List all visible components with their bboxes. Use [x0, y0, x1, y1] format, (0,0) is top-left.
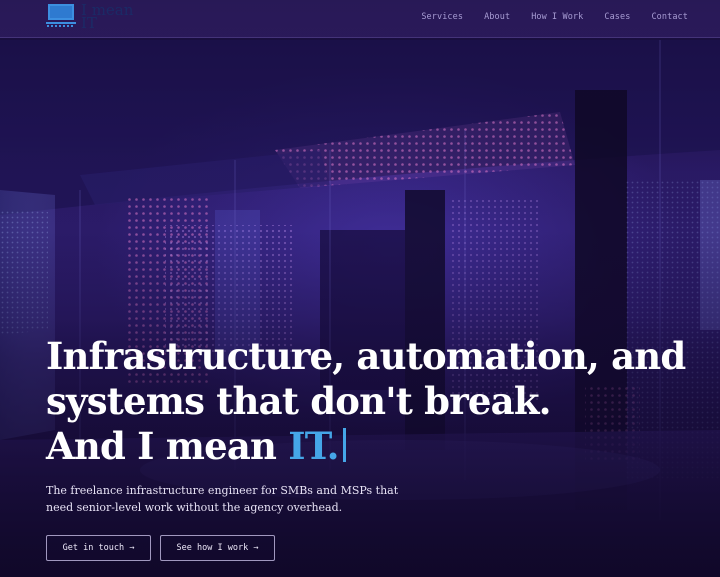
brand-logo[interactable]: I mean IT [46, 3, 166, 33]
nav-links: Services About How I Work Cases Contact [400, 12, 688, 22]
nav-link-about[interactable]: About [484, 12, 510, 22]
headline-accent: IT. [288, 424, 339, 468]
nav-link-how-i-work[interactable]: How I Work [531, 12, 583, 22]
hero-headline: Infrastructure, automation, and systems … [46, 334, 706, 469]
nav-link-services[interactable]: Services [421, 12, 463, 22]
see-how-i-work-button[interactable]: See how I work → [160, 535, 275, 561]
get-in-touch-button[interactable]: Get in touch → [46, 535, 151, 561]
laptop-icon [46, 3, 76, 29]
nav-link-contact[interactable]: Contact [651, 12, 688, 22]
headline-line-1: Infrastructure, automation, and [46, 334, 686, 378]
typing-caret [342, 428, 346, 462]
navbar: I mean IT Services About How I Work Case… [0, 0, 720, 38]
headline-line-3: And I mean [46, 424, 289, 468]
brand-name: I mean IT [81, 1, 134, 32]
nav-link-cases[interactable]: Cases [604, 12, 630, 22]
headline-line-2: systems that don't break. [46, 379, 552, 423]
hero-subline: The freelance infrastructure engineer fo… [46, 484, 399, 514]
